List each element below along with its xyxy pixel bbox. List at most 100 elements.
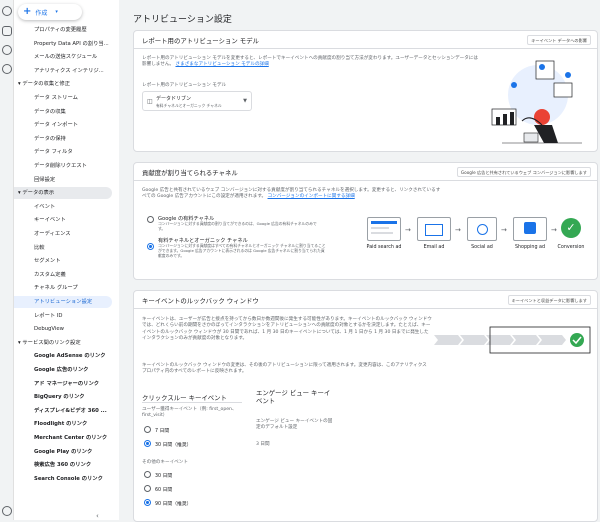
sidebar-item[interactable]: Google 広告のリンク [14, 364, 119, 376]
app-rail [0, 0, 14, 520]
report-model-card: レポート用のアトリビューション モデル キーイベント データへの影響 レポート用… [133, 30, 598, 152]
lookback-radio[interactable] [144, 440, 151, 447]
sidebar-item[interactable]: アトリビューション設定 [14, 296, 112, 308]
sidebar-item[interactable]: Google AdSense のリンク [14, 350, 119, 362]
divider [142, 402, 242, 403]
lookback-radio[interactable] [144, 499, 151, 506]
sidebar-item-label: 回帰設定 [34, 176, 56, 183]
advertising-icon[interactable] [2, 64, 12, 74]
step-paid-search [367, 217, 401, 241]
clickthrough-sub2: その他のキーイベント [142, 460, 188, 465]
sidebar-item[interactable]: Google Play のリンク [14, 446, 119, 458]
conversion-check-icon: ✓ [561, 218, 581, 238]
channels-learn-link[interactable]: コンバージョンのインポートに関する詳細 [268, 194, 355, 199]
sidebar-item[interactable]: データ削除リクエスト [14, 160, 119, 172]
sidebar-item[interactable]: データの収集 [14, 106, 119, 118]
sidebar-item[interactable]: 回帰設定 [14, 174, 119, 186]
collapse-sidebar-icon[interactable]: ‹ [96, 512, 99, 520]
attribution-model-select[interactable]: ◫ データドリブン 有料チャネルとオーガニック チャネル ▼ [142, 91, 252, 111]
sidebar-item-label: データ ストリーム [34, 95, 78, 101]
sidebar-item[interactable]: アナリティクス インテリジ... [14, 65, 119, 77]
sidebar-group[interactable]: ▾ サービス間のリンク設定 [14, 337, 119, 349]
report-model-desc: レポート用のアトリビューション モデルを変更すると、レポートでキーイベントへの貢… [142, 56, 482, 69]
reports-icon[interactable] [2, 26, 12, 36]
lookback-option-label: 7 日間 [155, 428, 170, 434]
sidebar-item-label: データの保持 [34, 135, 66, 142]
sidebar-item-label: アトリビューション設定 [34, 299, 93, 305]
sidebar-item[interactable]: 比較 [14, 242, 119, 254]
sidebar-item[interactable]: イベント [14, 201, 119, 213]
radio-google-paid[interactable] [147, 216, 154, 223]
clickthrough-title: クリックスルー キーイベント [142, 394, 227, 402]
lookback-radio[interactable] [144, 426, 151, 433]
sidebar-item-label: カスタム定義 [34, 271, 66, 278]
sidebar-item[interactable]: Merchant Center のリンク [14, 432, 119, 444]
sidebar-item[interactable]: アド マネージャーのリンク [14, 378, 119, 390]
revenue-impact-button[interactable]: キーイベントと収益データに影響します [507, 295, 591, 305]
report-model-learn-link[interactable]: さまざまなアトリビューション モデルの詳細 [176, 62, 269, 67]
line-1 [371, 227, 389, 229]
create-button[interactable]: + 作成 ▾ [18, 4, 82, 20]
sidebar-item[interactable]: キーイベント [14, 214, 119, 226]
plus-icon: + [23, 6, 32, 17]
sidebar-item-label: プロパティの変更履歴 [34, 27, 87, 33]
channels-header: 貢献度が割り当てられるチャネル Google 広告と共有されているウェブ コンバ… [134, 163, 597, 181]
sidebar-item[interactable]: Floodlight のリンク [14, 418, 119, 430]
sidebar-item[interactable]: データ インポート [14, 119, 119, 131]
keyevent-impact-button[interactable]: キーイベント データへの影響 [527, 35, 591, 45]
sidebar-item[interactable]: DebugView [14, 323, 119, 335]
chevron-down-icon: ▾ [55, 9, 58, 15]
sidebar-item-label: イベント [34, 203, 56, 210]
sidebar-item[interactable]: プロパティの変更履歴 [14, 24, 119, 36]
sidebar-item-label: データ フィルタ [34, 149, 73, 156]
sidebar-item[interactable]: メールの送信スケジュール [14, 51, 119, 63]
sidebar-item-label: チャネル グループ [34, 285, 78, 292]
sidebar-group[interactable]: ▾ データの収集と修正 [14, 78, 119, 90]
ads-impact-button[interactable]: Google 広告と共有されているウェブ コンバージョンに影響します [456, 167, 591, 177]
step-label: Email ad [423, 245, 445, 250]
search-bar-icon [371, 221, 397, 224]
sidebar-item-label: キーイベント [34, 217, 66, 224]
lookback-option-label: 90 日間（推奨） [155, 501, 192, 507]
sidebar-item[interactable]: レポート ID [14, 310, 119, 322]
step-label: Social ad [471, 245, 493, 250]
sidebar-item-label: アナリティクス インテリジ... [34, 67, 104, 74]
sidebar-item[interactable]: カスタム定義 [14, 269, 119, 281]
channels-desc: Google 広告と共有されているウェブ コンバージョンに対する貢献度が割り当て… [142, 188, 442, 201]
sidebar-item[interactable]: Property Data API の割り当... [14, 38, 119, 50]
step-shopping [513, 217, 547, 241]
home-icon[interactable] [2, 6, 12, 16]
channels-title: 貢献度が割り当てられるチャネル [142, 169, 238, 177]
option2-desc: コンバージョンに対する貢献度はすべての有料チャネルとオーガニック チャネルに割り… [158, 243, 326, 258]
lookback-radio[interactable] [144, 485, 151, 492]
model-field-label: レポート用のアトリビューション モデル [142, 83, 227, 88]
line-2 [371, 232, 393, 234]
sidebar-item[interactable]: 検索広告 360 のリンク [14, 459, 119, 471]
sidebar-item[interactable]: オーディエンス [14, 228, 119, 240]
sidebar-group[interactable]: ▾ データの表示 [14, 187, 112, 200]
sidebar-item-label: アド マネージャーのリンク [34, 380, 100, 387]
arrow-icon: → [501, 226, 507, 234]
sidebar-item[interactable]: BigQuery のリンク [14, 391, 119, 403]
settings-gear-icon[interactable] [2, 506, 12, 516]
sidebar-item[interactable]: Search Console のリンク [14, 473, 119, 485]
option1-desc: コンバージョンに対する貢献度の割り当てができるのは、Google 広告の有料チャ… [158, 221, 317, 231]
sidebar-item[interactable]: データ フィルタ [14, 146, 119, 158]
sidebar-item[interactable]: セグメント [14, 255, 119, 267]
sidebar-item-label: データの収集 [34, 108, 66, 115]
engaged-view-value: 3 日間 [256, 442, 270, 447]
sidebar-item[interactable]: データの保持 [14, 133, 119, 145]
sidebar-item-label: セグメント [34, 258, 61, 265]
sidebar-item-label: BigQuery のリンク [34, 394, 85, 401]
sidebar-item[interactable]: ディスプレイ&ビデオ 360 ... [14, 405, 119, 417]
lookback-radio[interactable] [144, 471, 151, 478]
engaged-view-sub: エンゲージ ビュー キーイベントの固定のデフォルト設定 [256, 419, 333, 431]
explore-icon[interactable] [2, 45, 12, 55]
step-label: Paid search ad [366, 245, 402, 250]
model-selected-value: データドリブン [156, 96, 192, 102]
sidebar-item-label: データ削除リクエスト [34, 163, 87, 169]
radio-paid-organic[interactable] [147, 243, 154, 250]
sidebar-item[interactable]: チャネル グループ [14, 282, 119, 294]
sidebar-item-label: サービス間のリンク設定 [22, 339, 81, 346]
sidebar-item[interactable]: データ ストリーム [14, 92, 119, 104]
